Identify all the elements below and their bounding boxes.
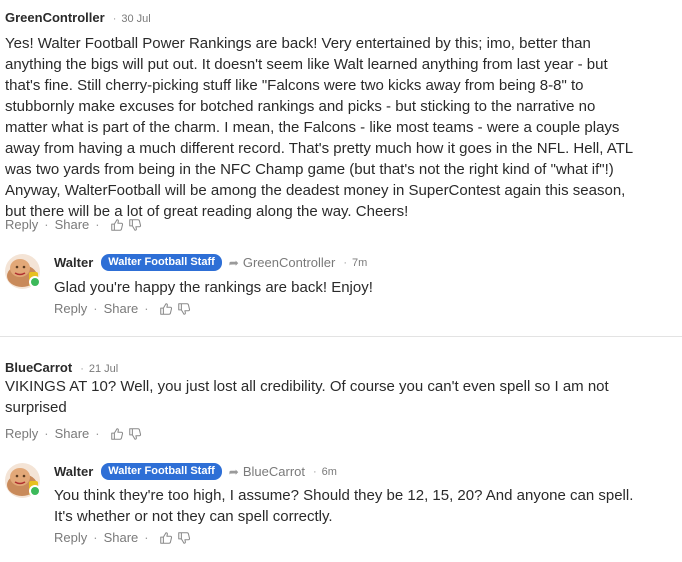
comment-body: VIKINGS AT 10? Well, you just lost all c… xyxy=(5,376,609,418)
action-separator: · xyxy=(144,301,149,316)
reply-button[interactable]: Reply xyxy=(5,426,38,441)
comment-author[interactable]: BlueCarrot xyxy=(5,360,72,375)
reply-to-user[interactable]: BlueCarrot xyxy=(243,464,305,479)
reply-actions: Reply · Share · xyxy=(54,301,191,316)
reply-timestamp[interactable]: 6m xyxy=(322,466,337,478)
reply-timestamp[interactable]: 7m xyxy=(352,257,367,269)
meta-separator: · xyxy=(112,13,117,25)
share-button[interactable]: Share xyxy=(55,217,90,232)
thumbs-up-icon[interactable] xyxy=(110,218,124,232)
comment-body: Yes! Walter Football Power Rankings are … xyxy=(5,33,673,222)
comment-line: Anyway, WalterFootball will be among the… xyxy=(5,182,626,199)
online-indicator xyxy=(29,276,41,288)
comment-line: away from having a much different record… xyxy=(5,140,634,157)
reply-actions: Reply · Share · xyxy=(54,530,191,545)
action-separator: · xyxy=(95,426,100,441)
share-button[interactable]: Share xyxy=(104,301,139,316)
action-separator: · xyxy=(95,217,100,232)
comment-line: anything the bigs will put out. It doesn… xyxy=(5,56,608,73)
comment-line: surprised xyxy=(5,399,67,416)
reply-body: Glad you're happy the rankings are back!… xyxy=(54,277,373,298)
staff-badge: Walter Football Staff xyxy=(101,254,222,271)
staff-badge: Walter Football Staff xyxy=(101,463,222,480)
reply-line: Glad you're happy the rankings are back!… xyxy=(54,279,373,296)
reply-button[interactable]: Reply xyxy=(54,530,87,545)
comment-line: stubbornly make excuses for botched rank… xyxy=(5,98,596,115)
comment-header: BlueCarrot · 21 Jul xyxy=(5,360,118,375)
thumbs-down-icon[interactable] xyxy=(128,218,142,232)
meta-separator: · xyxy=(80,363,84,375)
reply-button[interactable]: Reply xyxy=(5,217,38,232)
comment-actions: Reply · Share · xyxy=(5,426,142,441)
comment-actions: Reply · Share · xyxy=(5,217,142,232)
meta-separator: · xyxy=(343,256,348,269)
comment-divider xyxy=(0,336,682,337)
reply-header: Walter Walter Football Staff ➦ BlueCarro… xyxy=(54,463,337,480)
action-separator: · xyxy=(44,426,49,441)
reply-button[interactable]: Reply xyxy=(54,301,87,316)
thumbs-up-icon[interactable] xyxy=(159,302,173,316)
share-arrow-icon: ➦ xyxy=(228,255,239,270)
avatar[interactable] xyxy=(5,463,41,498)
reply-author[interactable]: Walter xyxy=(54,464,93,479)
reply-line: It's whether or not they can spell corre… xyxy=(54,508,333,525)
reply-line: You think they're too high, I assume? Sh… xyxy=(54,487,634,504)
comment-line: matter what is part of the charm. I mean… xyxy=(5,119,620,136)
meta-separator: · xyxy=(313,465,317,478)
reply-author[interactable]: Walter xyxy=(54,255,93,270)
comment-author[interactable]: GreenController xyxy=(5,10,105,25)
comment-line: VIKINGS AT 10? Well, you just lost all c… xyxy=(5,378,609,395)
thumbs-up-icon[interactable] xyxy=(159,531,173,545)
comment-timestamp[interactable]: 21 Jul xyxy=(89,363,118,375)
action-separator: · xyxy=(93,301,98,316)
reply-to-user[interactable]: GreenController xyxy=(243,255,336,270)
comment-line: that's fine. Still cherry-picking stuff … xyxy=(5,77,584,94)
comment-timestamp[interactable]: 30 Jul xyxy=(121,13,150,25)
action-separator: · xyxy=(144,530,149,545)
reply-body: You think they're too high, I assume? Sh… xyxy=(54,485,633,527)
share-button[interactable]: Share xyxy=(55,426,90,441)
thumbs-down-icon[interactable] xyxy=(177,531,191,545)
action-separator: · xyxy=(44,217,49,232)
comment-line: was two yards from being in the NFC Cham… xyxy=(5,161,614,178)
share-button[interactable]: Share xyxy=(104,530,139,545)
comment-line: Yes! Walter Football Power Rankings are … xyxy=(5,35,591,52)
thumbs-down-icon[interactable] xyxy=(128,427,142,441)
share-arrow-icon: ➦ xyxy=(228,464,239,479)
thumbs-up-icon[interactable] xyxy=(110,427,124,441)
avatar[interactable] xyxy=(5,254,41,289)
thumbs-down-icon[interactable] xyxy=(177,302,191,316)
reply-header: Walter Walter Football Staff ➦ GreenCont… xyxy=(54,254,367,271)
online-indicator xyxy=(29,485,41,497)
comment-header: GreenController · 30 Jul xyxy=(5,10,151,25)
action-separator: · xyxy=(93,530,98,545)
